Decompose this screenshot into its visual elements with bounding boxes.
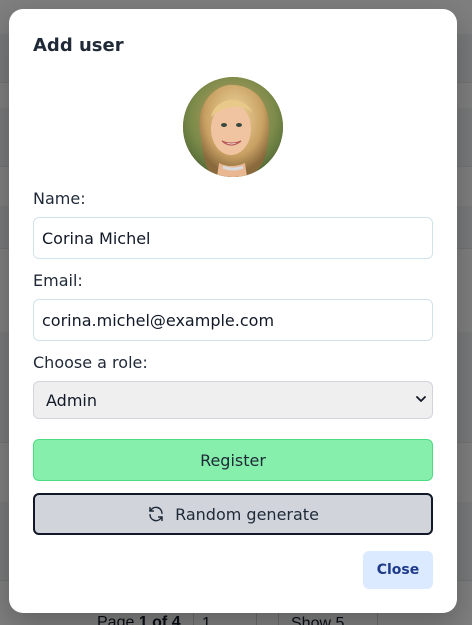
avatar-image [183,77,283,177]
chevron-down-icon [416,396,426,402]
close-button[interactable]: Close [363,551,433,589]
role-label: Choose a role: [33,353,148,372]
register-button[interactable]: Register [33,439,433,481]
modal-title: Add user [33,35,124,56]
name-label: Name: [33,189,86,208]
avatar [183,77,283,177]
role-select[interactable]: Admin [33,381,433,419]
name-input[interactable] [33,217,433,259]
email-input[interactable] [33,299,433,341]
random-generate-label: Random generate [175,504,319,524]
add-user-modal: Add user Name: Corina Michel Email: cori… [9,9,457,613]
refresh-icon [149,506,163,522]
close-label: Close [376,562,420,578]
register-label: Register [200,450,266,470]
email-label: Email: [33,271,83,290]
random-generate-button[interactable]: Random generate [33,493,433,535]
role-selected-value: Admin [46,390,97,410]
